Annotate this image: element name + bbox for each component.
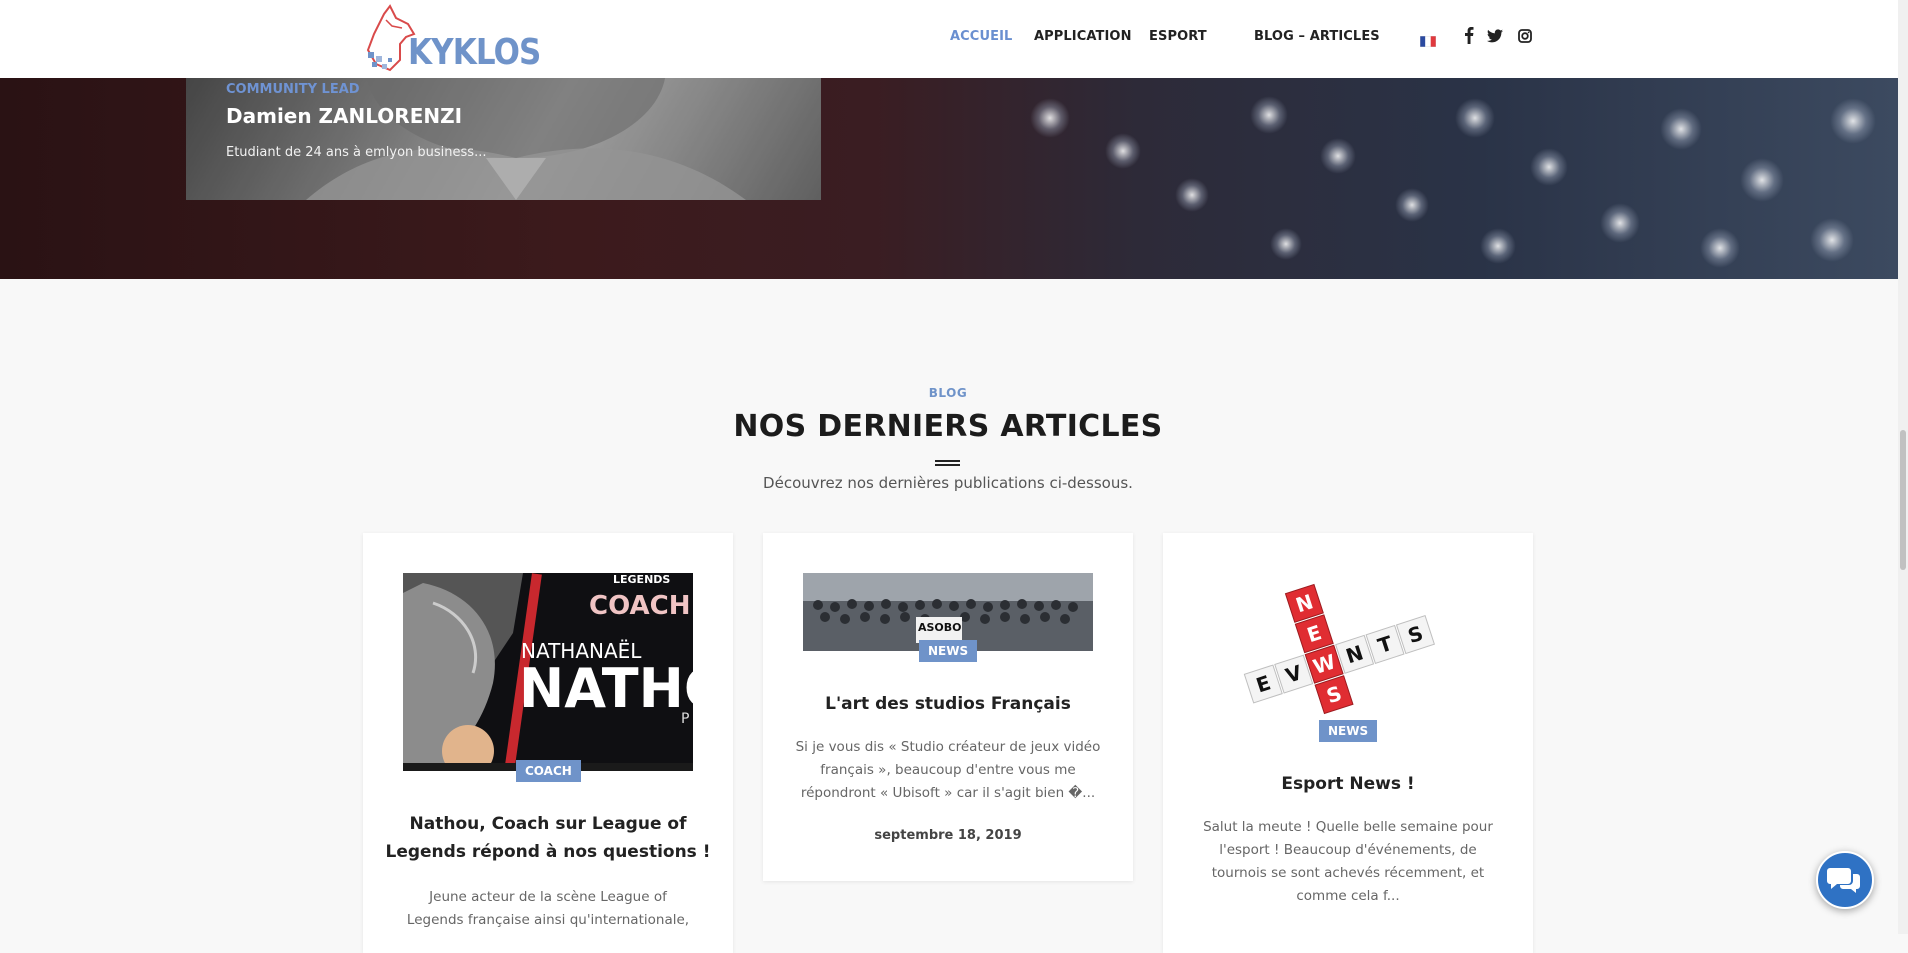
crossword-letter: N xyxy=(1293,589,1316,617)
blog-card[interactable]: EVNTSNEWS NEWS Esport News ! Salut la me… xyxy=(1163,533,1533,953)
keyboard-highlight xyxy=(1320,138,1356,174)
team-member-name[interactable]: Damien ZANLORENZI xyxy=(226,104,462,128)
crossword-letter: S xyxy=(1323,681,1344,708)
keyboard-highlight xyxy=(1030,98,1070,138)
thumbnail-text-legends: LEGENDS xyxy=(613,573,671,586)
excerpt-line: tournois se sont achevés récemment, et xyxy=(1211,865,1485,881)
nav-item-blog-articles[interactable]: BLOG – ARTICLES xyxy=(1254,29,1380,44)
crossword-letter: N xyxy=(1343,640,1366,668)
team-hero-banner: COMMUNITY LEAD Damien ZANLORENZI Etudian… xyxy=(0,78,1898,279)
nav-item-esport[interactable]: ESPORT xyxy=(1149,29,1207,44)
section-eyebrow: BLOG xyxy=(928,386,968,400)
thumbnail-text-small: P xyxy=(681,711,690,727)
site-header: KYKLOS ACCUEIL APPLICATION ESPORT BLOG –… xyxy=(0,0,1898,78)
blog-card[interactable]: ASOBO NEWS L'art des studios Français Si… xyxy=(763,533,1133,881)
excerpt-line: répondront « Ubisoft » car il s'agit bie… xyxy=(800,785,1096,801)
keyboard-highlight xyxy=(1480,228,1516,264)
keyboard-highlight xyxy=(1175,178,1209,212)
thumbnail-sign-text: ASOBO xyxy=(918,621,962,634)
keyboard-highlight xyxy=(1250,96,1288,134)
page-scrollbar[interactable] xyxy=(1898,0,1908,934)
post-date: septembre 18, 2019 xyxy=(874,828,1022,843)
keyboard-highlight xyxy=(1270,228,1302,260)
blog-card[interactable]: LEGENDS COACH NATHANAËL NATHO P COACH Na… xyxy=(363,533,733,953)
keyboard-highlight xyxy=(1700,228,1740,268)
crossword-letter: E xyxy=(1304,620,1324,647)
keyboard-highlight xyxy=(1395,188,1429,222)
nav-item-application[interactable]: APPLICATION xyxy=(1034,29,1132,44)
keyboard-highlight xyxy=(1600,203,1640,243)
post-excerpt: Si je vous dis « Studio créateur de jeux… xyxy=(783,736,1113,805)
thumbnail-text-coach: COACH xyxy=(589,591,691,621)
post-title[interactable]: Nathou, Coach sur League of Legends répo… xyxy=(383,810,713,866)
excerpt-line: Si je vous dis « Studio créateur de jeux… xyxy=(795,739,1101,755)
keyboard-highlight xyxy=(1455,98,1495,138)
instagram-icon[interactable] xyxy=(1518,28,1532,48)
keyboard-highlight xyxy=(1830,98,1876,144)
category-tag[interactable]: NEWS xyxy=(919,640,978,662)
category-tag[interactable]: NEWS xyxy=(1319,720,1378,742)
crossword-letter: V xyxy=(1283,660,1306,688)
flag-fr-icon[interactable] xyxy=(1419,32,1437,52)
excerpt-line: Salut la meute ! Quelle belle semaine po… xyxy=(1203,819,1493,835)
excerpt-line: l'esport ! Beaucoup d'événements, de xyxy=(1219,842,1477,858)
excerpt-line: comme cela f... xyxy=(1296,888,1400,904)
post-thumbnail[interactable]: EVNTSNEWS xyxy=(1233,563,1463,731)
post-title-line: Legends répond à nos questions ! xyxy=(385,842,711,862)
scrollbar-thumb[interactable] xyxy=(1900,430,1906,570)
category-tag[interactable]: COACH xyxy=(516,760,581,782)
post-thumbnail[interactable]: LEGENDS COACH NATHANAËL NATHO P xyxy=(403,573,693,771)
keyboard-highlight xyxy=(1740,158,1784,202)
keyboard-highlight xyxy=(1810,218,1854,262)
keyboard-highlight xyxy=(1660,108,1702,150)
logo-wordmark[interactable]: KYKLOS xyxy=(408,32,541,73)
post-excerpt: Jeune acteur de la scène League of Legen… xyxy=(383,886,713,932)
crossword-letter: S xyxy=(1405,621,1426,648)
crossword-letter: T xyxy=(1375,631,1396,658)
thumbnail-text-nick: NATHO xyxy=(519,657,693,720)
facebook-icon[interactable] xyxy=(1464,26,1474,46)
section-subtitle: Découvrez nos dernières publications ci-… xyxy=(763,474,1133,492)
keyboard-highlight xyxy=(1530,148,1568,186)
excerpt-line: français », beaucoup d'entre vous me xyxy=(820,762,1076,778)
post-title[interactable]: Esport News ! xyxy=(1183,770,1513,798)
twitter-icon[interactable] xyxy=(1487,28,1503,48)
crossword-letters: E VN T SNEWS xyxy=(1253,589,1426,708)
chat-widget-button[interactable] xyxy=(1816,851,1874,909)
crossword-letter: E xyxy=(1253,670,1273,697)
post-title[interactable]: L'art des studios Français xyxy=(783,690,1113,718)
team-member-description: Etudiant de 24 ans à emlyon business... xyxy=(226,145,487,160)
post-title-line: Nathou, Coach sur League of xyxy=(409,814,687,834)
excerpt-line: Jeune acteur de la scène League of xyxy=(429,889,667,905)
post-excerpt: Salut la meute ! Quelle belle semaine po… xyxy=(1183,816,1513,908)
title-divider xyxy=(935,460,960,466)
team-member-role: COMMUNITY LEAD xyxy=(226,82,360,97)
crossword-letter: W xyxy=(1310,649,1338,679)
excerpt-line: Legends française ainsi qu'international… xyxy=(406,912,690,928)
keyboard-highlight xyxy=(1105,133,1141,169)
section-title: NOS DERNIERS ARTICLES xyxy=(733,409,1163,444)
team-member-card[interactable]: COMMUNITY LEAD Damien ZANLORENZI Etudian… xyxy=(186,78,821,200)
chat-bubbles-icon xyxy=(1827,868,1860,893)
nav-item-accueil[interactable]: ACCUEIL xyxy=(950,29,1012,44)
